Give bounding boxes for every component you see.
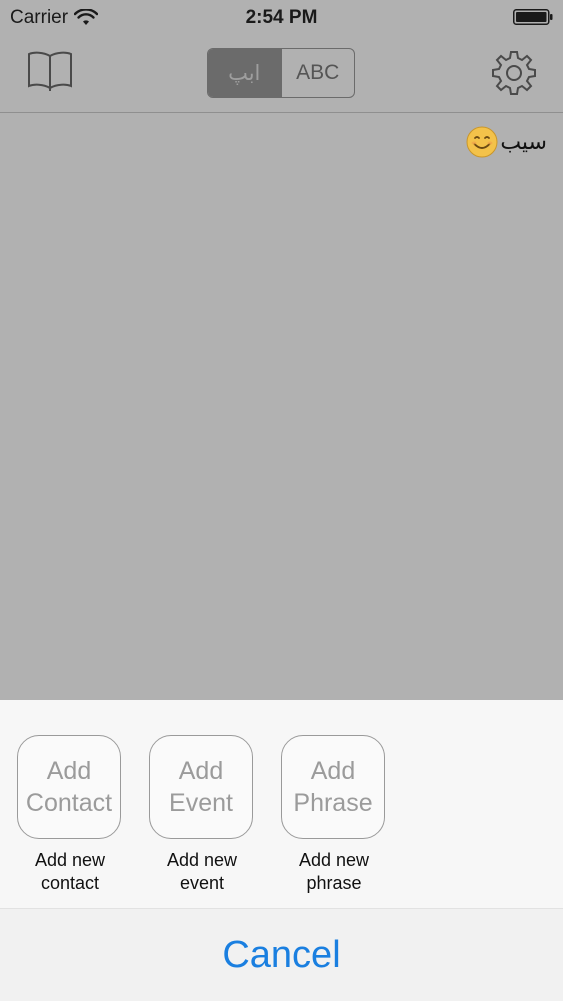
- status-bar: Carrier 2:54 PM: [0, 0, 563, 36]
- battery-icon: [513, 9, 553, 25]
- add-contact-tile[interactable]: Add Contact: [17, 735, 121, 839]
- smiley-icon: [466, 126, 498, 158]
- add-phrase-tile[interactable]: Add Phrase: [281, 735, 385, 839]
- settings-button[interactable]: [489, 48, 539, 98]
- add-phrase-tile-line1: Add: [310, 757, 356, 785]
- keyboard-segmented-control: ابپ ABC: [207, 48, 355, 98]
- cancel-area: Cancel: [0, 908, 563, 1001]
- segment-urdu-label: ابپ: [228, 61, 261, 85]
- input-text-area[interactable]: سیب: [466, 126, 547, 158]
- app-dimmed-background: Carrier 2:54 PM ابپ ABC سیب: [0, 0, 563, 700]
- add-event-tile[interactable]: Add Event: [149, 735, 253, 839]
- add-event-caption: Add new event: [166, 850, 238, 893]
- add-phrase-action[interactable]: Add Phrase Add new phrase: [281, 735, 387, 895]
- add-event-tile-line2: Event: [169, 789, 233, 817]
- book-icon: [28, 51, 72, 91]
- gear-icon: [492, 51, 536, 95]
- input-text: سیب: [500, 129, 547, 155]
- segment-abc-label: ABC: [296, 61, 340, 84]
- action-row: Add Contact Add new contact Add Event Ad…: [0, 700, 563, 908]
- toolbar: ابپ ABC: [0, 36, 563, 113]
- add-contact-action[interactable]: Add Contact Add new contact: [17, 735, 123, 895]
- cancel-button[interactable]: Cancel: [202, 928, 360, 983]
- add-contact-tile-line2: Contact: [25, 789, 113, 817]
- add-contact-caption: Add new contact: [34, 850, 106, 893]
- add-phrase-tile-line2: Phrase: [293, 789, 373, 817]
- add-event-action[interactable]: Add Event Add new event: [149, 735, 255, 895]
- add-event-tile-line1: Add: [178, 757, 224, 785]
- dictionary-button[interactable]: [24, 48, 76, 94]
- segment-abc[interactable]: ABC: [280, 49, 355, 97]
- segment-urdu[interactable]: ابپ: [208, 49, 281, 97]
- share-action-sheet: Add Contact Add new contact Add Event Ad…: [0, 700, 563, 1001]
- status-time: 2:54 PM: [245, 7, 318, 28]
- add-phrase-caption: Add new phrase: [298, 850, 370, 893]
- add-contact-tile-line1: Add: [46, 757, 92, 785]
